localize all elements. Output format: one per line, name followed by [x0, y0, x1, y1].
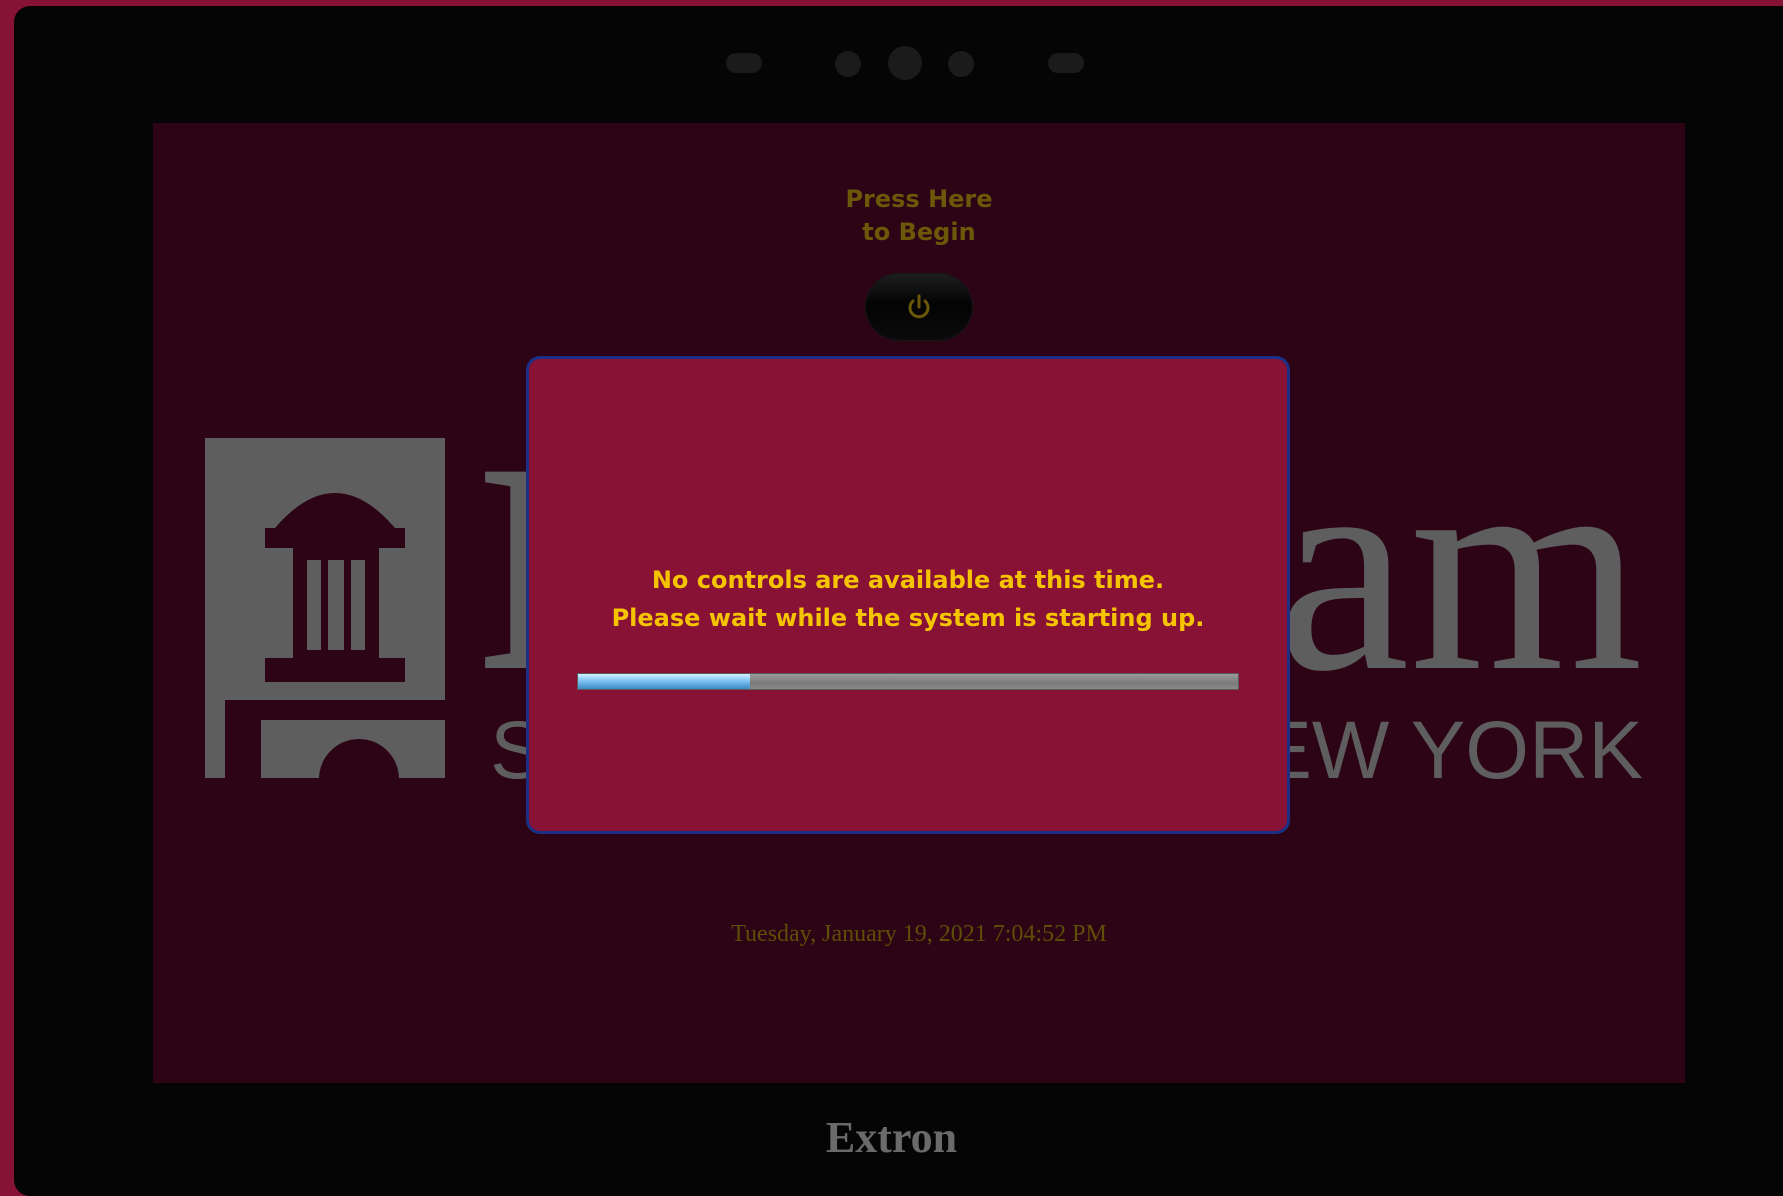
logo-word-fragment-right: am: [1276, 438, 1643, 733]
power-button[interactable]: [865, 273, 973, 341]
sensor-dot: [835, 51, 861, 77]
camera-lens: [888, 46, 922, 80]
press-to-begin-label: Press Here to Begin: [845, 185, 993, 246]
startup-message: No controls are available at this time. …: [611, 566, 1205, 632]
startup-modal: No controls are available at this time. …: [526, 356, 1290, 834]
startup-progress-bar: [577, 673, 1239, 690]
datetime-display: Tuesday, January 19, 2021 7:04:52 PM: [731, 921, 1107, 947]
sensor-left: [726, 53, 762, 73]
sensor-dot: [948, 51, 974, 77]
startup-progress-fill: [578, 674, 750, 689]
extron-brand-label: Extron: [825, 1113, 958, 1162]
power-icon: [908, 294, 930, 319]
sensor-right: [1048, 53, 1084, 73]
